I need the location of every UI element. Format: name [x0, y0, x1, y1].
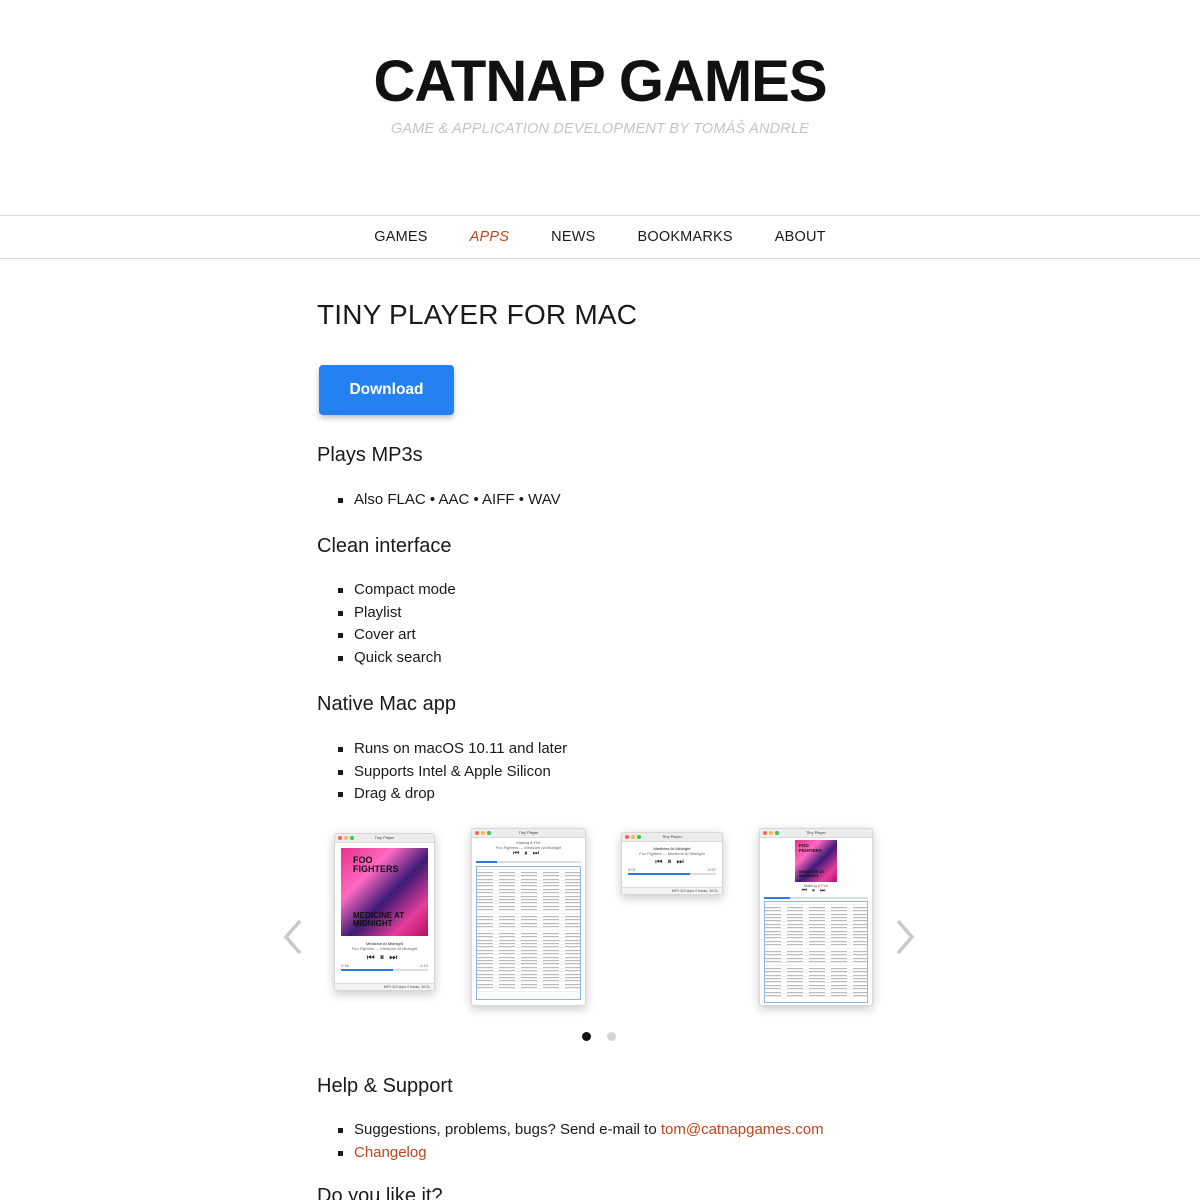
window-title: Tiny Player — [806, 830, 826, 835]
time-remaining: -1:12 — [418, 963, 428, 968]
list-item: Also FLAC • AAC • AIFF • WAV — [338, 489, 917, 512]
time-row: 2:16 -1:12 — [335, 963, 434, 968]
window-titlebar: Tiny Player — [622, 833, 722, 842]
section-heading: Clean interface — [317, 535, 452, 557]
window-title: Tiny Player — [374, 835, 395, 840]
page-title: TINY PLAYER FOR MAC — [317, 299, 638, 330]
cover-text: MEDICINE AT MIDNIGHT — [799, 869, 825, 878]
chevron-left-icon — [283, 919, 302, 955]
playback-controls: ⏮⏸⏭ — [512, 850, 545, 857]
playback-controls: ⏮⏸⏭ — [801, 888, 831, 894]
status-bar: MP3 320 kbps 9 tracks, 36:31 — [622, 887, 722, 894]
list-item: Supports Intel & Apple Silicon — [338, 761, 917, 784]
screenshot-thumbnail[interactable]: Tiny Player Making A Fire Foo Fighters —… — [471, 828, 586, 1006]
list-item: Changelog — [338, 1142, 917, 1165]
cover-text: MEDICINE AT MIDNIGHT — [353, 911, 405, 928]
chevron-right-icon — [896, 919, 915, 955]
site-title[interactable]: CATNAP GAMES — [0, 52, 1200, 112]
section-heading: Native Mac app — [317, 693, 456, 715]
section-plays-mp3s: Plays MP3s Also FLAC • AAC • AIFF • WAV — [317, 443, 917, 512]
progress-bar — [341, 969, 428, 971]
playback-controls: ⏮⏸⏭ — [655, 857, 689, 866]
progress-bar — [628, 873, 716, 875]
main-nav: GAMES APPS NEWS BOOKMARKS ABOUT — [0, 215, 1200, 259]
nav-item-apps[interactable]: APPS — [470, 229, 510, 245]
list-item: Runs on macOS 10.11 and later — [338, 738, 917, 761]
carousel-dot[interactable] — [582, 1032, 591, 1041]
track-artist: Foo Fighters — Medicine At Midnight — [639, 851, 705, 856]
playlist-table — [764, 901, 868, 1003]
feature-list: Also FLAC • AAC • AIFF • WAV — [317, 489, 917, 512]
email-link[interactable]: tom@catnapgames.com — [661, 1121, 824, 1138]
carousel-dot[interactable] — [607, 1032, 616, 1041]
window-title: Tiny Player — [662, 834, 682, 839]
album-cover: FOO FIGHTERS MEDICINE AT MIDNIGHT — [795, 840, 837, 882]
album-cover: FOO FIGHTERS MEDICINE AT MIDNIGHT — [341, 848, 428, 936]
list-item: Playlist — [338, 602, 917, 625]
site-tagline: GAME & APPLICATION DEVELOPMENT BY TOMÁŠ … — [390, 121, 810, 137]
carousel-next-button[interactable] — [892, 917, 916, 957]
list-item: Drag & drop — [338, 783, 917, 806]
feature-list: Suggestions, problems, bugs? Send e-mail… — [317, 1119, 917, 1164]
support-text: Suggestions, problems, bugs? Send e-mail… — [354, 1121, 661, 1138]
window-titlebar: Tiny Player — [472, 829, 585, 838]
section-clean-interface: Clean interface Compact mode Playlist Co… — [317, 534, 917, 669]
feature-list: Runs on macOS 10.11 and later Supports I… — [317, 738, 917, 806]
section-heading: Plays MP3s — [317, 444, 423, 466]
screenshot-carousel: Tiny Player FOO FIGHTERS MEDICINE AT MID… — [282, 825, 918, 1045]
window-titlebar: Tiny Player — [335, 834, 434, 843]
playback-controls: ⏮⏸⏭ — [366, 952, 403, 962]
section-help-support: Help & Support Suggestions, problems, bu… — [317, 1074, 917, 1164]
carousel-prev-button[interactable] — [282, 917, 306, 957]
list-item: Compact mode — [338, 579, 917, 602]
window-titlebar: Tiny Player — [760, 829, 872, 838]
screenshot-thumbnail[interactable]: Tiny Player FOO FIGHTERS MEDICINE AT MID… — [759, 828, 873, 1006]
site-header: CATNAP GAMES GAME & APPLICATION DEVELOPM… — [0, 0, 1200, 215]
time-remaining: -0:47 — [706, 867, 716, 872]
nav-item-news[interactable]: NEWS — [551, 229, 595, 245]
section-heading: Do you like it? — [317, 1185, 443, 1200]
download-button[interactable]: Download — [319, 365, 454, 415]
feature-list: Compact mode Playlist Cover art Quick se… — [317, 579, 917, 669]
cover-text: FOO FIGHTERS — [353, 855, 399, 874]
carousel-pagination — [582, 1032, 616, 1041]
status-bar: MP3 320 kbps 9 tracks, 36:31 — [335, 983, 434, 990]
screenshot-thumbnail[interactable]: Tiny Player FOO FIGHTERS MEDICINE AT MID… — [334, 833, 435, 991]
nav-item-about[interactable]: ABOUT — [775, 229, 826, 245]
progress-bar — [476, 861, 581, 863]
main-content: TINY PLAYER FOR MAC Download — [317, 259, 917, 415]
window-title: Tiny Player — [518, 830, 539, 835]
changelog-link[interactable]: Changelog — [354, 1144, 427, 1161]
section-do-you-like-it: Do you like it? — [317, 1184, 917, 1200]
progress-bar — [764, 897, 868, 899]
playlist-table — [476, 866, 581, 1000]
time-elapsed: 2:16 — [341, 963, 349, 968]
cover-text: FOO FIGHTERS — [799, 843, 822, 853]
list-item: Cover art — [338, 624, 917, 647]
time-elapsed: 3:01 — [628, 867, 636, 872]
section-native-mac-app: Native Mac app Runs on macOS 10.11 and l… — [317, 692, 917, 806]
time-row: 3:01 -0:47 — [622, 867, 722, 872]
nav-item-bookmarks[interactable]: BOOKMARKS — [637, 229, 732, 245]
nav-item-games[interactable]: GAMES — [374, 229, 427, 245]
screenshot-thumbnail[interactable]: Tiny Player Medicine At Midnight Foo Fig… — [621, 832, 723, 895]
list-item: Suggestions, problems, bugs? Send e-mail… — [338, 1119, 917, 1142]
section-heading: Help & Support — [317, 1075, 453, 1097]
track-artist: Foo Fighters — Medicine At Midnight — [351, 946, 418, 951]
list-item: Quick search — [338, 647, 917, 670]
